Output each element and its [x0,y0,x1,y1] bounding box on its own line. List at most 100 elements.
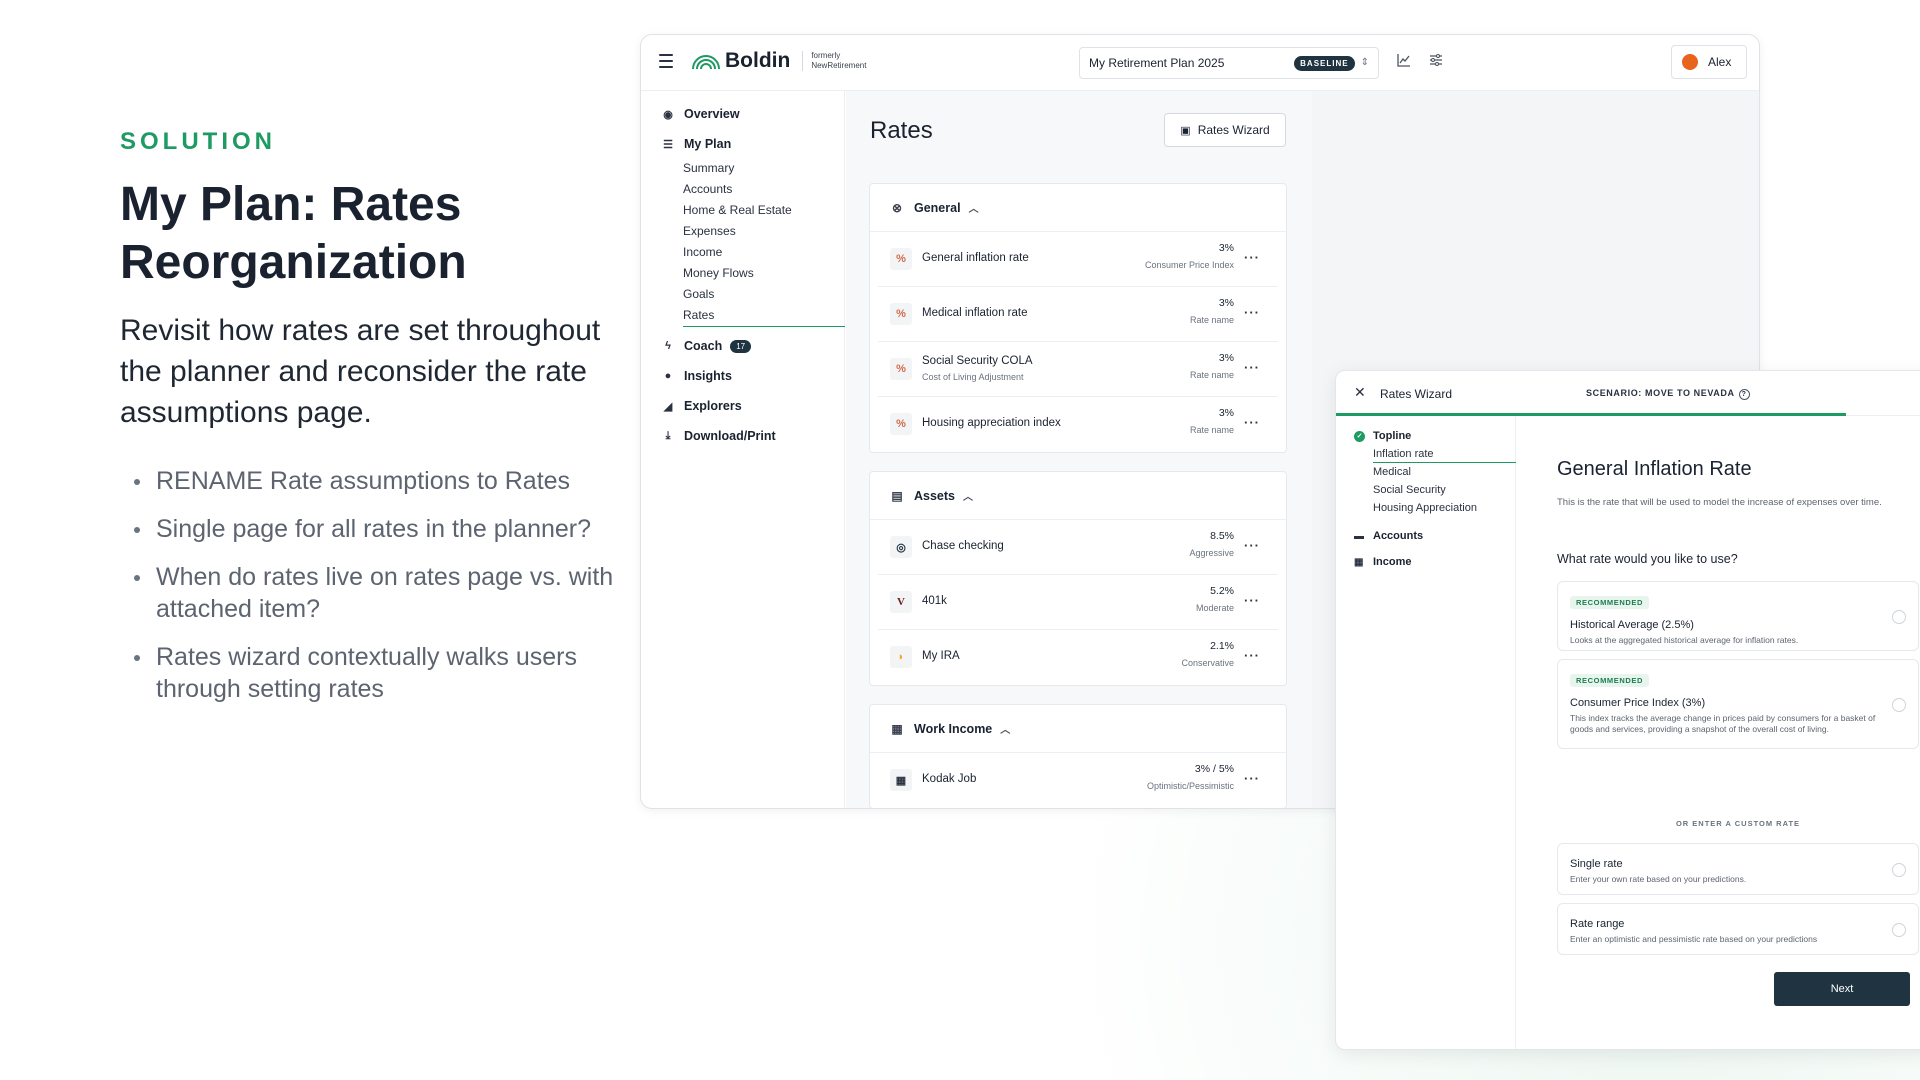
rate-label: My IRA [922,650,960,662]
work-income-card-header[interactable]: ▦ Work Income ︿ [870,705,1286,753]
briefcase-icon: ▦ [891,721,903,736]
page-title: Rates [870,117,933,144]
sidebar-subitem-expenses[interactable]: Expenses [683,224,736,238]
option-title: Single rate [1570,858,1623,870]
plan-selector[interactable]: My Retirement Plan 2025 BASELINE ⇕ [1079,47,1379,79]
rate-value: 5.2% [1210,585,1234,597]
sidebar-item-insights[interactable]: ● Insights [661,369,732,383]
user-menu-button[interactable]: Alex [1671,45,1747,79]
option-description: Enter your own rate based on your predic… [1570,874,1747,884]
option-historical-average[interactable]: RECOMMENDED Historical Average (2.5%) Lo… [1557,581,1919,651]
sidebar-subitem-summary[interactable]: Summary [683,161,734,175]
formerly-brand: NewRetirement [811,61,867,70]
section-title: Assets [914,488,955,503]
chevron-up-icon: ︿ [963,492,973,503]
percent-icon: % [890,413,912,435]
bullet-list: RENAME Rate assumptions to Rates Single … [120,465,640,705]
more-options-icon[interactable]: ··· [1244,538,1260,553]
more-options-icon[interactable]: ··· [1244,648,1260,663]
assets-card-header[interactable]: ▤ Assets ︿ [870,472,1286,520]
more-options-icon[interactable]: ··· [1244,415,1260,430]
active-indicator [1373,462,1516,463]
rate-row[interactable]: V 401k 5.2% Moderate ··· [878,575,1278,630]
sliders-icon[interactable] [1427,53,1445,71]
more-options-icon[interactable]: ··· [1244,771,1260,786]
sidebar-item-label: Explorers [684,399,742,413]
radio-button[interactable] [1892,863,1906,877]
rate-row[interactable]: % Social Security COLA Cost of Living Ad… [878,342,1278,397]
rate-row[interactable]: ◗ My IRA 2.1% Conservative ··· [878,630,1278,685]
rate-caption: Rate name [1189,370,1234,380]
more-options-icon[interactable]: ··· [1244,250,1260,265]
slide-copy: SOLUTION My Plan: Rates Reorganization R… [120,128,640,721]
step-income[interactable]: ▦ Income [1354,556,1412,568]
substep-housing-appreciation[interactable]: Housing Appreciation [1373,502,1477,514]
radio-button[interactable] [1892,698,1906,712]
sidebar-item-download-print[interactable]: ⤓ Download/Print [661,429,776,443]
sidebar-subitem-home-real-estate[interactable]: Home & Real Estate [683,203,792,217]
sidebar-item-overview[interactable]: ◉ Overview [661,107,739,121]
step-label: Income [1373,556,1412,568]
sidebar: ◉ Overview ☰ My Plan Summary Accounts Ho… [641,91,845,808]
sidebar-item-label: Download/Print [684,429,776,443]
substep-inflation-rate[interactable]: Inflation rate [1373,448,1434,460]
rate-caption: Moderate [1195,603,1234,613]
baseline-badge: BASELINE [1294,55,1355,71]
top-bar: Boldin formerly NewRetirement My Retirem… [641,35,1759,91]
next-button[interactable]: Next [1774,972,1910,1006]
wizard-heading: General Inflation Rate [1557,458,1752,480]
menu-icon[interactable] [659,54,673,72]
sidebar-subitem-rates[interactable]: Rates [683,308,714,322]
sidebar-subitem-accounts[interactable]: Accounts [683,182,732,196]
bolt-icon: ϟ [665,340,671,352]
rate-row[interactable]: % General inflation rate 3% Consumer Pri… [878,232,1278,287]
rate-row[interactable]: % Medical inflation rate 3% Rate name ··… [878,287,1278,342]
rate-row[interactable]: ◎ Chase checking 8.5% Aggressive ··· [878,520,1278,575]
telescope-icon: ◢ [663,400,673,413]
rate-label: Kodak Job [922,773,977,785]
option-rate-range[interactable]: Rate range Enter an optimistic and pessi… [1557,903,1919,955]
sidebar-subitem-goals[interactable]: Goals [683,287,714,301]
radio-button[interactable] [1892,923,1906,937]
rate-row[interactable]: % Housing appreciation index 3% Rate nam… [878,397,1278,452]
rate-label: Housing appreciation index [922,417,1061,429]
ira-logo-icon: ◗ [890,646,912,668]
substep-medical[interactable]: Medical [1373,466,1411,478]
sidebar-item-explorers[interactable]: ◢ Explorers [661,399,742,413]
sidebar-subitem-money-flows[interactable]: Money Flows [683,266,754,280]
rates-wizard-button[interactable]: ▣ Rates Wizard [1164,113,1286,147]
rate-sublabel: Cost of Living Adjustment [922,372,1024,382]
logo-text: Boldin [725,49,791,72]
radio-button[interactable] [1892,610,1906,624]
step-topline[interactable]: ✓ Topline [1354,430,1411,442]
rate-label: Social Security COLA [922,355,1033,367]
substep-social-security[interactable]: Social Security [1373,484,1446,496]
sidebar-item-label: Insights [684,369,732,383]
step-accounts[interactable]: ▬ Accounts [1354,530,1423,542]
more-options-icon[interactable]: ··· [1244,360,1260,375]
option-consumer-price-index[interactable]: RECOMMENDED Consumer Price Index (3%) Th… [1557,659,1919,749]
sidebar-item-coach[interactable]: ϟ Coach 17 [661,339,752,353]
option-title: Rate range [1570,918,1625,930]
rate-row[interactable]: ▦ Kodak Job 3% / 5% Optimistic/Pessimist… [878,753,1278,808]
scenario-text: SCENARIO: MOVE TO NEVADA [1586,388,1735,398]
close-icon[interactable]: ✕ [1354,384,1366,401]
slide-headline: My Plan: Rates Reorganization [120,178,467,289]
wallet-icon: ▬ [1354,530,1364,542]
info-icon[interactable]: ? [1738,389,1750,400]
chevron-updown-icon: ⇕ [1360,57,1369,68]
logo[interactable]: Boldin formerly NewRetirement [691,49,866,73]
formerly-label: formerly [811,51,841,60]
rate-caption: Consumer Price Index [1144,260,1234,270]
more-options-icon[interactable]: ··· [1244,305,1260,320]
briefcase-icon: ▦ [890,769,912,791]
work-income-card: ▦ Work Income ︿ ▦ Kodak Job 3% / 5% Opti… [869,704,1287,808]
sidebar-item-my-plan[interactable]: ☰ My Plan [661,137,731,151]
more-options-icon[interactable]: ··· [1244,593,1260,608]
chart-icon[interactable] [1395,53,1413,71]
rate-value: 8.5% [1210,530,1234,542]
sidebar-subitem-income[interactable]: Income [683,245,722,259]
wizard-question: What rate would you like to use? [1557,552,1738,566]
general-card-header[interactable]: ⊗ General ︿ [870,184,1286,232]
option-single-rate[interactable]: Single rate Enter your own rate based on… [1557,843,1919,895]
